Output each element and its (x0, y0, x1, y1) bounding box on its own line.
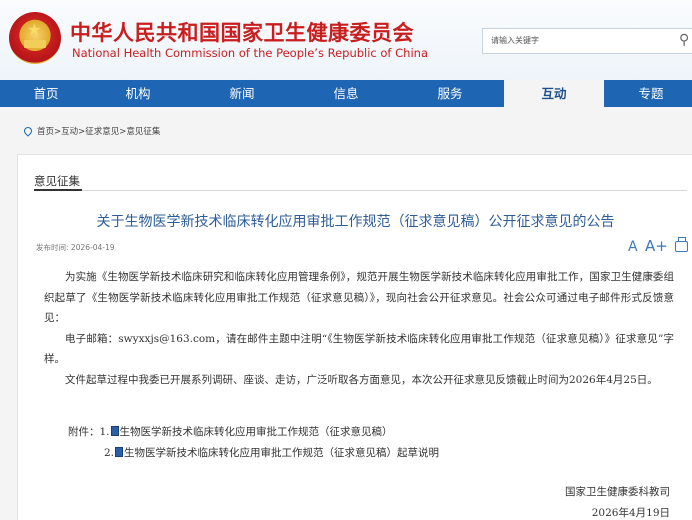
article-title: 关于生物医学新技术临床转化应用审批工作规范（征求意见稿）公开征求意见的公告 (96, 214, 615, 230)
publish-date: 2026-04-19 (70, 243, 115, 252)
signature-date: 2026年4月19日 (591, 507, 670, 519)
attachment-link-2[interactable]: 生物医学新技术临床转化应用审批工作规范（征求意见稿）起草说明 (124, 447, 439, 459)
signature-org: 国家卫生健康委科教司 (565, 486, 670, 498)
document-icon (115, 447, 124, 457)
nav-item-interaction[interactable]: 互动 (504, 80, 604, 107)
paragraph-email: 电子邮箱：swyxxjs@163.com，请在邮件主题中注明“《生物医学新技术临… (44, 332, 674, 366)
search-placeholder: 请输入关键字 (491, 36, 539, 45)
paragraph-deadline: 文件起草过程中我委已开展系列调研、座谈、走访，广泛听取各方面意见，本次公开征求意… (65, 373, 658, 386)
print-icon[interactable] (675, 237, 689, 252)
signature: 国家卫生健康委科教司 2026年4月19日 (538, 482, 670, 520)
site-header: ★ 中华人民共和国国家卫生健康委员会 National Health Commi… (0, 0, 692, 80)
site-title-en: National Health Commission of the People… (72, 46, 428, 60)
attachment-num-2: 2. (104, 447, 115, 459)
nav-item-topics[interactable]: 专题 (610, 80, 692, 107)
breadcrumb-text[interactable]: 首页>互动>征求意见>意见征集 (37, 127, 160, 137)
main-nav: 首页 机构 新闻 信息 服务 互动 专题 (0, 80, 692, 107)
attachment-row-2: 2. 生物医学新技术临床转化应用审批工作规范（征求意见稿）起草说明 (68, 443, 439, 464)
breadcrumb: 首页>互动>征求意见>意见征集 (22, 125, 160, 137)
attachments-label: 附件： (68, 426, 100, 438)
font-larger-button[interactable]: A+ (645, 237, 668, 255)
attachment-num-1: 1. (99, 426, 110, 438)
gate-icon (24, 40, 46, 48)
search-input[interactable]: 请输入关键字 ⚲ (482, 28, 692, 54)
nav-item-service[interactable]: 服务 (404, 80, 496, 107)
national-emblem-logo[interactable]: ★ (9, 12, 61, 64)
attachment-link-1[interactable]: 生物医学新技术临床转化应用审批工作规范（征求意见稿） (120, 426, 393, 438)
attachments: 附件：1. 生物医学新技术临床转化应用审批工作规范（征求意见稿） 2. 生物医学新技… (68, 422, 439, 464)
font-smaller-button[interactable]: A (628, 239, 638, 255)
paragraph-intro: 为实施《生物医学新技术临床研究和临床转化应用管理条例》，规范开展生物医学新技术临… (44, 271, 674, 324)
article-card: 意见征集 关于生物医学新技术临床转化应用审批工作规范（征求意见稿）公开征求意见的… (17, 154, 692, 520)
nav-item-news[interactable]: 新闻 (196, 80, 288, 107)
article-body: 为实施《生物医学新技术临床研究和临床转化应用管理条例》，规范开展生物医学新技术临… (44, 267, 674, 390)
text-tools: A A+ (628, 237, 691, 255)
site-title-cn[interactable]: 中华人民共和国国家卫生健康委员会 (70, 17, 414, 47)
document-icon (110, 426, 119, 436)
section-title: 意见征集 (34, 174, 80, 188)
nav-item-home[interactable]: 首页 (0, 80, 92, 107)
nav-item-info[interactable]: 信息 (300, 80, 392, 107)
location-pin-icon (22, 125, 34, 137)
publish-label: 发布时间: (36, 243, 69, 252)
nav-item-org[interactable]: 机构 (92, 80, 184, 107)
attachment-row-1: 附件：1. 生物医学新技术临床转化应用审批工作规范（征求意见稿） (68, 422, 439, 443)
star-icon: ★ (27, 20, 42, 39)
search-icon[interactable]: ⚲ (679, 32, 689, 48)
section-divider (34, 189, 687, 191)
publish-info: 发布时间: 2026-04-19 (36, 242, 115, 253)
